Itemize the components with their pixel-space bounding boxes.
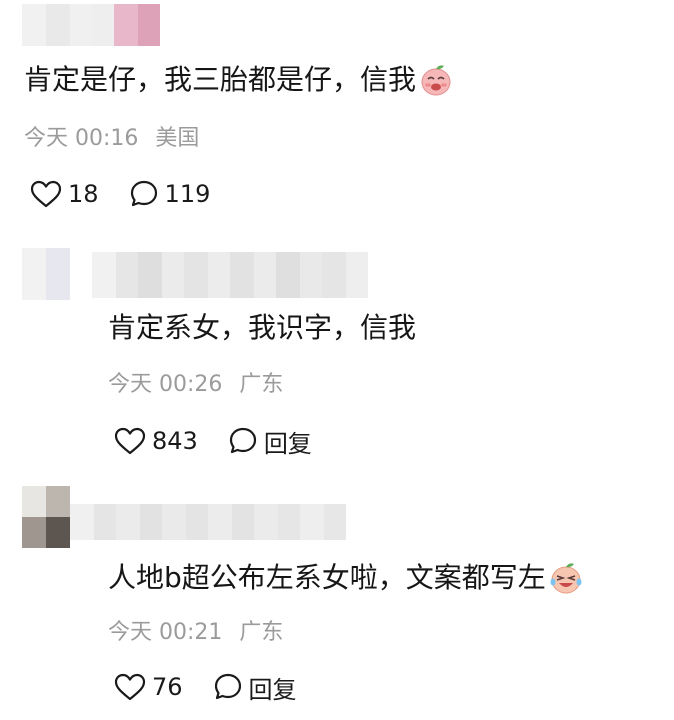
reply-count: 119 [164, 180, 211, 208]
reply-button[interactable]: 回复 [228, 424, 312, 459]
comment-time: 今天 00:16 [24, 126, 139, 151]
heart-icon [114, 673, 146, 701]
reply-label: 回复 [263, 429, 312, 458]
heart-icon [114, 427, 146, 455]
blurred-avatar [22, 248, 70, 300]
comment-item[interactable]: 肯定系女，我识字，信我 今天 00:26 广东 843 回复 [0, 240, 674, 480]
comment-text: 肯定是仔，我三胎都是仔，信我 [24, 60, 454, 100]
comment-meta: 今天 00:26 广东 [108, 370, 283, 400]
comment-bubble-icon [130, 180, 157, 207]
comment-text: 肯定系女，我识字，信我 [108, 311, 417, 344]
comment-location: 广东 [239, 372, 284, 397]
comment-item[interactable]: 人地b超公布左系女啦，文案都写左 今天 00:21 广东 76 回复 [0, 486, 674, 720]
heart-icon [30, 180, 62, 208]
like-count: 18 [68, 180, 99, 208]
comment-location: 美国 [155, 126, 200, 151]
like-count: 843 [152, 427, 198, 455]
comment-meta: 今天 00:21 广东 [108, 618, 283, 648]
comment-actions: 18 119 [30, 177, 210, 211]
comment-bubble-icon [229, 427, 256, 454]
like-button[interactable]: 76 [114, 673, 183, 701]
comment-meta: 今天 00:16 美国 [24, 124, 199, 154]
crying-laughing-peach-emoji [550, 563, 582, 594]
comment-actions: 843 回复 [114, 424, 312, 458]
reply-button[interactable]: 回复 [213, 670, 297, 705]
comment-item[interactable]: 肯定是仔，我三胎都是仔，信我 今天 00:16 美国 18 119 [0, 0, 674, 230]
like-button[interactable]: 18 [30, 180, 99, 208]
reply-button[interactable]: 119 [129, 179, 211, 209]
comment-bubble-icon [214, 673, 241, 700]
blurred-username [92, 252, 368, 298]
blurred-username [22, 4, 160, 46]
blurred-username [70, 504, 346, 540]
comment-time: 今天 00:21 [108, 620, 223, 645]
reply-label: 回复 [248, 675, 297, 704]
comment-time: 今天 00:26 [108, 372, 223, 397]
like-count: 76 [152, 673, 183, 701]
laughing-peach-emoji [421, 65, 451, 96]
blurred-avatar [22, 486, 70, 548]
comment-text: 人地b超公布左系女啦，文案都写左 [108, 558, 584, 598]
comment-actions: 76 回复 [114, 670, 297, 704]
like-button[interactable]: 843 [114, 427, 198, 455]
comment-location: 广东 [239, 620, 284, 645]
